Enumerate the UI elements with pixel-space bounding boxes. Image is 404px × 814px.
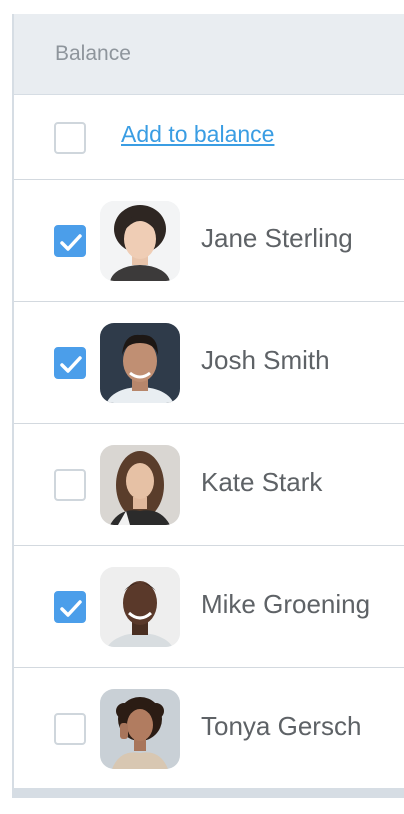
person-name: Kate Stark	[201, 467, 323, 497]
checkmark-icon	[60, 234, 82, 251]
list-item[interactable]: Josh Smith	[14, 302, 404, 424]
person-checkbox[interactable]	[54, 469, 86, 501]
header-title: Balance	[55, 42, 131, 65]
list-item[interactable]: Mike Groening	[14, 546, 404, 668]
avatar	[100, 445, 180, 525]
bottom-scrollbar	[14, 788, 404, 798]
list-item[interactable]: Kate Stark	[14, 424, 404, 546]
person-name: Tonya Gersch	[201, 711, 362, 741]
person-name: Mike Groening	[201, 589, 371, 619]
checkmark-icon	[60, 356, 82, 373]
list-item[interactable]: Jane Sterling	[14, 180, 404, 302]
woman-portrait-icon	[100, 689, 180, 769]
avatar	[100, 689, 180, 769]
balance-panel: Balance Add to balance Jane Sterling Jos…	[12, 14, 404, 798]
person-checkbox[interactable]	[54, 591, 86, 623]
person-checkbox[interactable]	[54, 713, 86, 745]
panel-header: Balance	[14, 14, 404, 95]
checkmark-icon	[60, 600, 82, 617]
man-portrait-icon	[100, 567, 180, 647]
avatar	[100, 567, 180, 647]
avatar	[100, 201, 180, 281]
person-checkbox[interactable]	[54, 347, 86, 379]
person-name: Josh Smith	[201, 345, 330, 375]
list-item[interactable]: Tonya Gersch	[14, 668, 404, 790]
add-to-balance-row: Add to balance	[14, 95, 404, 180]
man-portrait-icon	[100, 323, 180, 403]
add-to-balance-link[interactable]: Add to balance	[121, 121, 274, 148]
woman-portrait-icon	[100, 201, 180, 281]
add-row-checkbox[interactable]	[54, 122, 86, 154]
avatar	[100, 323, 180, 403]
woman-portrait-icon	[100, 445, 180, 525]
person-name: Jane Sterling	[201, 223, 353, 253]
person-checkbox[interactable]	[54, 225, 86, 257]
